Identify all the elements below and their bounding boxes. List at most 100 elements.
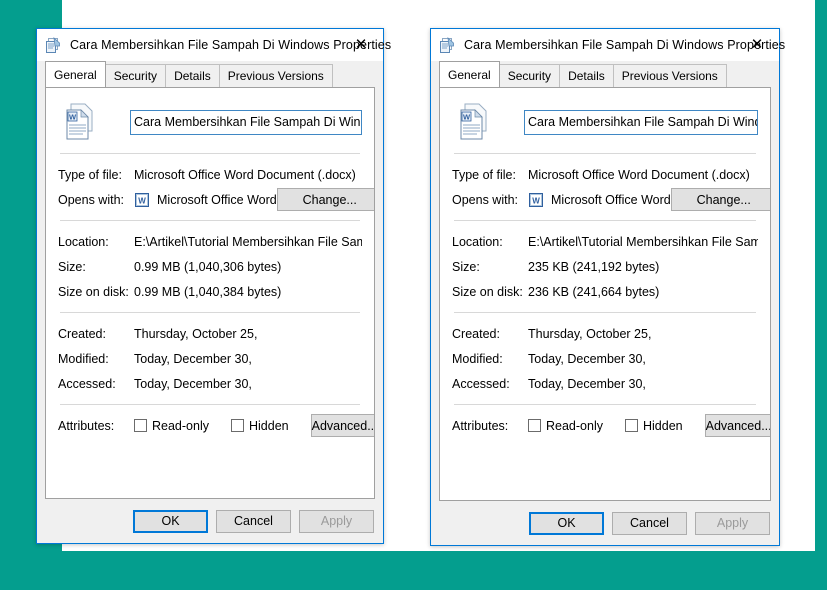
divider-top [454, 153, 756, 154]
readonly-label: Read-only [152, 418, 209, 433]
divider-middle [454, 220, 756, 221]
filename-row: W Cara Membersihkan File Sampah Di Windo… [452, 100, 758, 144]
tabstrip-right: General Security Details Previous Versio… [431, 61, 779, 87]
ok-button[interactable]: OK [529, 511, 604, 535]
opens-with-row: Opens with: W Microsoft Office Word Chan… [452, 188, 770, 211]
divider-middle [60, 220, 360, 221]
location-value: E:\Artikel\Tutorial Membersihkan File Sa… [528, 234, 758, 249]
created-label: Created: [58, 326, 106, 341]
advanced-button[interactable]: Advanced... [310, 414, 374, 437]
hidden-checkbox[interactable]: Hidden [230, 418, 289, 433]
filename-row: W Cara Membersihkan File Sampah Di Windo… [58, 100, 362, 144]
type-of-file-label: Type of file: [58, 167, 122, 182]
tab-general[interactable]: General [439, 61, 500, 87]
created-row: Created: Thursday, October 25, [58, 322, 362, 345]
accessed-label: Accessed: [452, 376, 510, 391]
modified-row: Modified: Today, December 30, [452, 347, 758, 370]
attributes-label: Attributes: [58, 418, 115, 433]
type-of-file-value: Microsoft Office Word Document (.docx) [134, 167, 356, 182]
tab-security[interactable]: Security [104, 64, 167, 87]
word-document-icon: W [458, 103, 492, 141]
size-row: Size: 235 KB (241,192 bytes) [452, 255, 758, 278]
readonly-label: Read-only [546, 418, 603, 433]
apply-button: Apply [299, 509, 374, 533]
readonly-checkbox[interactable]: Read-only [528, 419, 603, 433]
size-value: 235 KB (241,192 bytes) [528, 259, 660, 274]
type-of-file-label: Type of file: [452, 167, 516, 182]
advanced-button[interactable]: Advanced... [704, 414, 770, 437]
size-on-disk-label: Size on disk: [452, 284, 523, 299]
svg-text:W: W [138, 196, 146, 205]
tabstrip-left: General Security Details Previous Versio… [37, 61, 383, 87]
word-app-icon: W [134, 192, 150, 208]
apply-button: Apply [695, 511, 770, 535]
accessed-label: Accessed: [58, 376, 116, 391]
divider-attributes [454, 404, 756, 405]
modified-row: Modified: Today, December 30, [58, 347, 362, 370]
tab-previous-versions[interactable]: Previous Versions [612, 64, 727, 87]
opens-with-row: Opens with: W Microsoft Office Word Chan… [58, 188, 374, 211]
divider-dates [60, 312, 360, 313]
accessed-row: Accessed: Today, December 30, [452, 372, 758, 395]
location-label: Location: [58, 234, 109, 249]
hidden-label: Hidden [248, 418, 289, 433]
checkbox-box-icon [624, 419, 638, 432]
divider-attributes [60, 404, 360, 405]
properties-dialog-left: Cara Membersihkan File Sampah Di Windows… [36, 28, 391, 544]
cancel-button[interactable]: Cancel [216, 509, 291, 533]
readonly-checkbox[interactable]: Read-only [134, 419, 209, 433]
attributes-label: Attributes: [452, 418, 509, 433]
checkbox-box-icon [230, 419, 244, 432]
size-on-disk-label: Size on disk: [58, 284, 129, 299]
opens-with-label: Opens with: [58, 192, 125, 207]
file-properties-icon [45, 36, 62, 54]
modified-value: Today, December 30, [134, 351, 252, 366]
general-tab-page-right: W Cara Membersihkan File Sampah Di Windo… [439, 87, 771, 501]
titlebar-right: Cara Membersihkan File Sampah Di Windows… [431, 29, 785, 61]
tab-details[interactable]: Details [165, 64, 220, 87]
close-icon[interactable]: ✕ [339, 29, 383, 60]
location-row: Location: E:\Artikel\Tutorial Membersihk… [452, 230, 758, 253]
change-button[interactable]: Change... [670, 188, 770, 211]
created-value: Thursday, October 25, [528, 326, 652, 341]
size-row: Size: 0.99 MB (1,040,306 bytes) [58, 255, 362, 278]
tab-general[interactable]: General [45, 61, 106, 87]
close-icon[interactable]: ✕ [735, 29, 779, 60]
location-value: E:\Artikel\Tutorial Membersihkan File Sa… [134, 234, 362, 249]
filename-input[interactable]: Cara Membersihkan File Sampah Di Windows [130, 109, 362, 135]
opens-with-value: W Microsoft Office Word Change... [134, 188, 374, 211]
accessed-value: Today, December 30, [528, 376, 646, 391]
type-of-file-value: Microsoft Office Word Document (.docx) [528, 167, 750, 182]
size-on-disk-row: Size on disk: 236 KB (241,664 bytes) [452, 280, 758, 303]
size-label: Size: [58, 259, 86, 274]
hidden-checkbox[interactable]: Hidden [624, 419, 683, 433]
size-on-disk-value: 236 KB (241,664 bytes) [528, 284, 660, 299]
svg-text:W: W [532, 196, 540, 205]
type-of-file-row: Type of file: Microsoft Office Word Docu… [58, 163, 362, 186]
created-label: Created: [452, 326, 500, 341]
divider-top [60, 153, 360, 154]
type-of-file-row: Type of file: Microsoft Office Word Docu… [452, 163, 758, 186]
general-tab-page-left: W Cara Membersihkan File Sampah Di Windo… [45, 87, 375, 499]
change-button[interactable]: Change... [276, 188, 374, 211]
ok-button[interactable]: OK [133, 509, 208, 533]
screenshot-root: Cara Membersihkan File Sampah Di Windows… [0, 0, 827, 590]
modified-label: Modified: [58, 351, 109, 366]
accessed-row: Accessed: Today, December 30, [58, 372, 362, 395]
modified-label: Modified: [452, 351, 503, 366]
svg-text:W: W [463, 112, 471, 121]
filename-text-after-caret: embersihkan File Sampah Di Windows [174, 115, 361, 129]
checkbox-box-icon [528, 419, 541, 432]
cancel-button[interactable]: Cancel [612, 511, 687, 535]
tab-previous-versions[interactable]: Previous Versions [218, 64, 333, 87]
attributes-row: Attributes: Read-only Hidden Advanced... [58, 414, 374, 437]
filename-input[interactable]: Cara Membersihkan File Sampah Di Windows [524, 109, 758, 135]
tab-details[interactable]: Details [559, 64, 614, 87]
filename-text: Cara Membersihkan File Sampah Di Windows [528, 115, 757, 129]
attributes-row: Attributes: Read-only Hidden Advanced... [452, 414, 770, 437]
properties-dialog-right: Cara Membersihkan File Sampah Di Windows… [430, 28, 785, 546]
opens-with-app-name: Microsoft Office Word [551, 192, 671, 207]
tab-security[interactable]: Security [498, 64, 561, 87]
file-properties-icon [439, 36, 456, 54]
created-value: Thursday, October 25, [134, 326, 258, 341]
